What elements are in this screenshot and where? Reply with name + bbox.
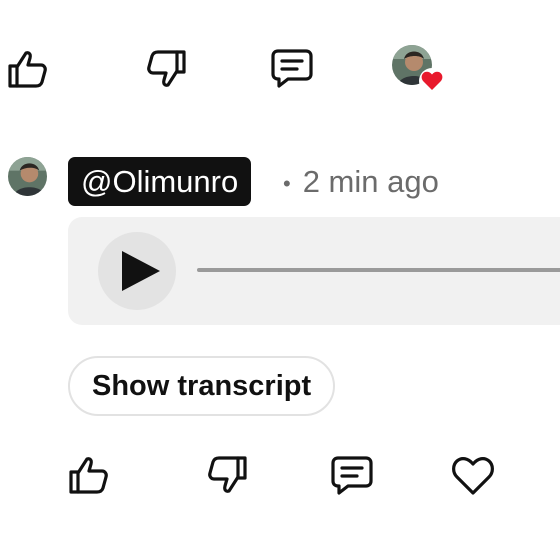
play-button[interactable] xyxy=(98,232,176,310)
heart-outline-icon[interactable] xyxy=(451,456,495,496)
play-icon xyxy=(122,251,160,291)
thumbs-down-icon[interactable] xyxy=(146,49,188,89)
thumbs-up-icon[interactable] xyxy=(67,455,109,495)
thumbs-up-icon[interactable] xyxy=(6,49,48,89)
comment-thread: @Olimunro • 2 min ago Show transcript xyxy=(0,0,560,560)
username-tag[interactable]: @Olimunro xyxy=(68,157,252,206)
commenter-avatar[interactable] xyxy=(8,157,47,196)
comment-meta: • 2 min ago xyxy=(283,163,439,203)
thumbs-down-icon[interactable] xyxy=(207,455,249,495)
comment-icon[interactable] xyxy=(329,455,375,497)
heart-icon xyxy=(419,68,445,94)
audio-progress-bar[interactable] xyxy=(197,268,560,272)
comment-icon[interactable] xyxy=(269,48,315,90)
meta-separator: • xyxy=(283,170,291,196)
show-transcript-button[interactable]: Show transcript xyxy=(68,356,336,416)
comment-timestamp: 2 min ago xyxy=(302,164,439,199)
